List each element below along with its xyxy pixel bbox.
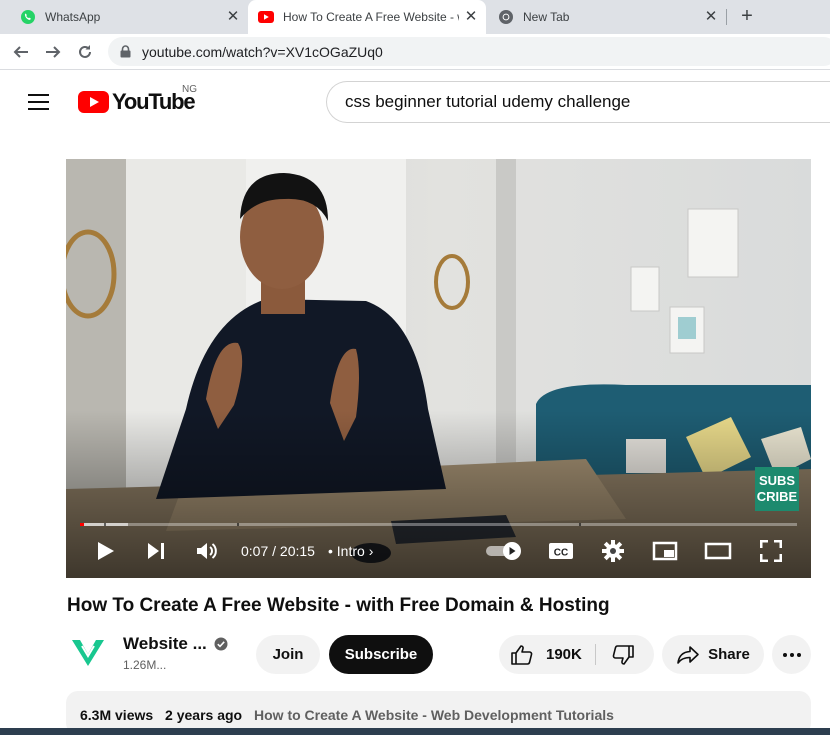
forward-button[interactable] — [41, 40, 65, 64]
menu-icon[interactable] — [28, 94, 49, 110]
play-button[interactable] — [94, 539, 118, 563]
channel-avatar[interactable] — [70, 634, 106, 670]
search-input[interactable]: css beginner tutorial udemy challenge — [326, 81, 830, 123]
played-segment — [80, 523, 84, 526]
whatsapp-icon — [20, 9, 36, 25]
os-taskbar — [0, 728, 830, 735]
new-tab-button[interactable]: + — [736, 5, 758, 27]
chapter-marker — [104, 523, 106, 526]
chevron-right-icon: › — [368, 543, 374, 559]
search-query: css beginner tutorial udemy challenge — [345, 92, 631, 111]
join-button[interactable]: Join — [256, 635, 320, 674]
tab-title: How To Create A Free Website - w — [283, 10, 459, 24]
theater-mode-button[interactable] — [703, 539, 733, 563]
view-count: 6.3M views — [80, 707, 154, 723]
url-text: youtube.com/watch?v=XV1cOGaZUq0 — [142, 43, 383, 60]
autoplay-toggle[interactable] — [484, 539, 524, 563]
time-display: 0:07 / 20:15 — [241, 543, 315, 559]
play-icon — [98, 542, 114, 560]
share-icon — [677, 645, 699, 664]
chapter-marker — [237, 523, 239, 526]
video-title: How To Create A Free Website - with Free… — [67, 595, 610, 616]
share-button[interactable]: Share — [662, 635, 764, 674]
captions-button[interactable]: CC — [546, 539, 576, 563]
back-button[interactable] — [9, 40, 33, 64]
dislike-button[interactable] — [598, 635, 648, 674]
arrow-right-icon — [46, 46, 61, 58]
like-divider — [595, 644, 596, 665]
chrome-icon — [498, 9, 514, 25]
progress-bar[interactable] — [80, 523, 797, 526]
video-player[interactable]: SUBS CRIBE 0:07 / 20:15 • Intro › CC — [66, 159, 811, 578]
lock-icon — [118, 45, 132, 59]
gear-icon — [602, 540, 624, 562]
settings-button[interactable] — [600, 539, 626, 563]
skip-next-icon — [148, 543, 164, 559]
subscriber-count: 1.26M... — [123, 658, 167, 672]
video-frame — [66, 159, 811, 578]
volume-icon — [197, 543, 217, 559]
tab-divider — [726, 9, 727, 25]
mute-button[interactable] — [194, 539, 222, 563]
thumbs-down-icon — [612, 644, 634, 665]
youtube-play-icon — [78, 91, 109, 113]
tab-whatsapp[interactable]: WhatsApp ✕ — [0, 0, 248, 34]
miniplayer-icon — [652, 541, 678, 561]
tab-title: WhatsApp — [45, 10, 101, 24]
miniplayer-button[interactable] — [650, 539, 680, 563]
subscribe-watermark[interactable]: SUBS CRIBE — [755, 467, 799, 511]
captions-icon: CC — [549, 543, 573, 559]
close-icon[interactable]: ✕ — [464, 9, 478, 24]
browser-tab-strip: WhatsApp ✕ How To Create A Free Website … — [0, 0, 830, 34]
like-button[interactable]: 190K — [499, 635, 595, 674]
close-icon[interactable]: ✕ — [704, 9, 718, 24]
subscribe-button[interactable]: Subscribe — [329, 635, 433, 674]
reload-button[interactable] — [73, 40, 97, 64]
channel-logo-icon — [72, 640, 104, 666]
autoplay-icon — [486, 542, 521, 560]
tab-title: New Tab — [523, 10, 570, 24]
youtube-icon — [258, 9, 274, 25]
verified-icon — [214, 637, 228, 651]
reload-icon — [79, 45, 91, 58]
playlist-link[interactable]: How to Create A Website - Web Developmen… — [254, 707, 614, 723]
country-code: NG — [182, 84, 197, 95]
theater-icon — [704, 542, 732, 560]
chapter-label: • Intro — [328, 543, 365, 559]
like-count: 190K — [546, 646, 582, 663]
chapter-marker — [579, 523, 581, 526]
upload-date: 2 years ago — [165, 707, 243, 723]
chapter-title[interactable]: • Intro › — [328, 543, 373, 559]
fullscreen-icon — [760, 540, 782, 562]
youtube-logo[interactable]: YouTube — [78, 89, 196, 114]
fullscreen-button[interactable] — [758, 539, 784, 563]
thumbs-up-icon — [511, 644, 533, 665]
more-horizontal-icon — [782, 652, 801, 657]
youtube-masthead: YouTube NG css beginner tutorial udemy c… — [0, 70, 830, 136]
address-bar[interactable]: youtube.com/watch?v=XV1cOGaZUq0 — [108, 37, 830, 66]
close-icon[interactable]: ✕ — [226, 9, 240, 24]
like-dislike-group: 190K — [499, 635, 654, 674]
tab-new-tab[interactable]: New Tab ✕ — [488, 0, 726, 34]
browser-toolbar: youtube.com/watch?v=XV1cOGaZUq0 — [0, 34, 830, 70]
tab-youtube[interactable]: How To Create A Free Website - w ✕ — [248, 0, 486, 34]
arrow-left-icon — [13, 46, 28, 58]
next-button[interactable] — [144, 539, 168, 563]
svg-text:CC: CC — [554, 548, 568, 559]
more-actions-button[interactable] — [772, 635, 811, 674]
channel-name[interactable]: Website ... — [123, 634, 207, 654]
share-label: Share — [708, 646, 750, 663]
